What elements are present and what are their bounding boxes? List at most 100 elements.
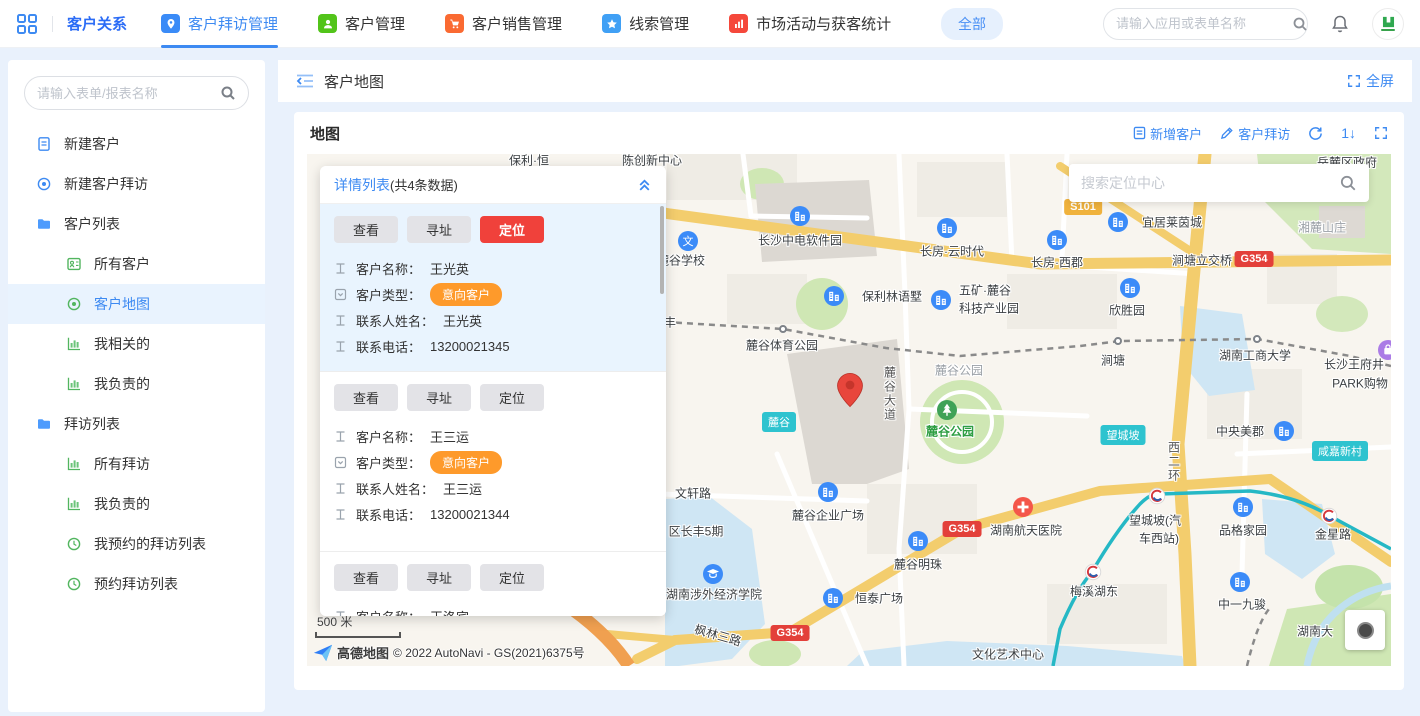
avatar[interactable] [1372,8,1404,40]
map-search[interactable] [1069,164,1369,202]
position-button[interactable]: 定位 [480,384,544,411]
map-toolbar: 新增客户 客户拜访 1↓ [1133,124,1388,143]
clock-icon [66,576,82,592]
sidebar-item-9[interactable]: 所有拜访 [8,444,265,484]
view-button[interactable]: 查看 [334,384,398,411]
map-label: 湘麓山庄 [1298,219,1346,236]
idcard-icon [66,256,82,272]
tab-label: 客户销售管理 [472,13,562,34]
tab-label: 市场活动与获客统计 [756,13,891,34]
map-label: 麓谷企业广场 [792,507,864,524]
sidebar-item-6[interactable]: 我相关的 [8,324,265,364]
panel-scrollbar[interactable] [660,206,664,294]
seek-address-button[interactable]: 寻址 [407,216,471,243]
collapse-sidebar-icon[interactable] [296,73,314,89]
sidebar-item-11[interactable]: 我预约的拜访列表 [8,524,265,564]
sort-button[interactable]: 1↓ [1341,125,1356,141]
shopping-poi-icon [1378,340,1391,360]
bell-icon[interactable] [1330,14,1350,34]
map-label: 中央美郡 [1216,423,1264,440]
apps-grid-icon[interactable] [16,13,38,35]
building-poi-icon [818,482,838,502]
sidebar-item-7[interactable]: 我负责的 [8,364,265,404]
collapse-panel-icon[interactable] [637,177,652,192]
customer-type-badge: 意向客户 [430,451,502,474]
field-contact: 联系人姓名：王光英 [334,307,652,333]
map-label: 湖南大 [1297,623,1333,640]
sidebar-item-4[interactable]: 所有客户 [8,244,265,284]
customer-type-badge: 意向客户 [430,283,502,306]
doc-icon [36,136,52,152]
refresh-button[interactable] [1308,126,1323,141]
field-label: 联系人姓名： [356,311,434,330]
edit-pen-icon [1220,126,1234,140]
sidebar-search[interactable] [24,76,249,110]
map-label: 涧塘立交桥 [1172,252,1232,269]
detail-panel-title: 详情列表 [334,175,390,195]
sidebar-item-12[interactable]: 预约拜访列表 [8,564,265,604]
field-type: 客户类型：意向客户 [334,281,652,307]
map-pin-marker[interactable] [837,372,864,408]
position-button[interactable]: 定位 [480,564,544,591]
map-label: 金星路 [1315,526,1351,543]
field-value: 13200021344 [430,507,510,522]
sidebar-item-1[interactable]: 新建客户 [8,124,265,164]
sidebar-item-label: 所有客户 [94,254,150,274]
position-button[interactable]: 定位 [480,216,544,243]
sidebar-item-3[interactable]: 客户列表 [8,204,265,244]
pin-badge-icon [161,14,180,33]
folder-icon [36,416,52,432]
building-poi-icon [1230,572,1250,592]
all-apps-button[interactable]: 全部 [941,8,1003,40]
text-field-icon [334,610,347,617]
tab-4[interactable]: 线索管理 [602,0,689,48]
sidebar-item-label: 新建客户拜访 [64,174,148,194]
field-value: 王洛宾 [430,607,469,617]
tab-2[interactable]: 客户管理 [318,0,405,48]
sidebar-item-2[interactable]: 新建客户拜访 [8,164,265,204]
view-button[interactable]: 查看 [334,564,398,591]
sidebar-item-8[interactable]: 拜访列表 [8,404,265,444]
map-card: 地图 新增客户 客户拜访 1↓ [294,112,1404,690]
field-value: 13200021345 [430,339,510,354]
station-badge: 咸嘉新村 [1312,441,1368,461]
sidebar-item-5[interactable]: 客户地图 [8,284,265,324]
field-label: 客户名称： [356,427,421,446]
map-canvas[interactable]: 长沙中电软件园长房·云时代保利林语墅五矿·麓谷科技产业园宜居莱茵城长房·西郡欣胜… [307,154,1391,666]
cart-badge-icon [445,14,464,33]
tab-1[interactable]: 客户拜访管理 [161,0,278,48]
map-label: 区长丰5期 [669,523,724,540]
metro-station-dot [779,325,787,333]
view-button[interactable]: 查看 [334,216,398,243]
tab-5[interactable]: 市场活动与获客统计 [729,0,891,48]
map-search-input[interactable] [1081,175,1339,191]
sidebar-menu: 新建客户新建客户拜访客户列表所有客户客户地图我相关的我负责的拜访列表所有拜访我负… [8,124,265,604]
locate-control[interactable] [1345,610,1385,650]
map-attribution: 高德地图 © 2022 AutoNavi - GS(2021)6375号 [313,642,585,662]
station-badge: 望城坡 [1101,425,1146,445]
road-badge: G354 [771,625,810,641]
map-label: 湖南工商大学 [1219,347,1291,364]
map-fullscreen-button[interactable] [1374,126,1388,140]
tab-3[interactable]: 客户销售管理 [445,0,562,48]
building-poi-icon [1047,230,1067,250]
seek-address-button[interactable]: 寻址 [407,564,471,591]
seek-address-button[interactable]: 寻址 [407,384,471,411]
fullscreen-button[interactable]: 全屏 [1347,71,1394,91]
sidebar-item-10[interactable]: 我负责的 [8,484,265,524]
select-field-icon [334,288,347,301]
add-customer-button[interactable]: 新增客户 [1133,124,1202,143]
sidebar-search-input[interactable] [37,86,220,101]
text-field-icon [334,430,347,443]
page-title: 客户地图 [324,71,384,92]
road-label: 麓谷大道 [882,366,899,422]
app-search-input[interactable] [1116,16,1292,31]
locate-icon [1357,622,1374,639]
customer-visit-button[interactable]: 客户拜访 [1220,124,1290,143]
app-search[interactable] [1103,8,1308,40]
text-field-icon [334,262,347,275]
chart-icon [66,496,82,512]
sidebar-item-label: 客户列表 [64,214,120,234]
map-label: 文轩路 [675,485,711,502]
text-field-icon [334,340,347,353]
